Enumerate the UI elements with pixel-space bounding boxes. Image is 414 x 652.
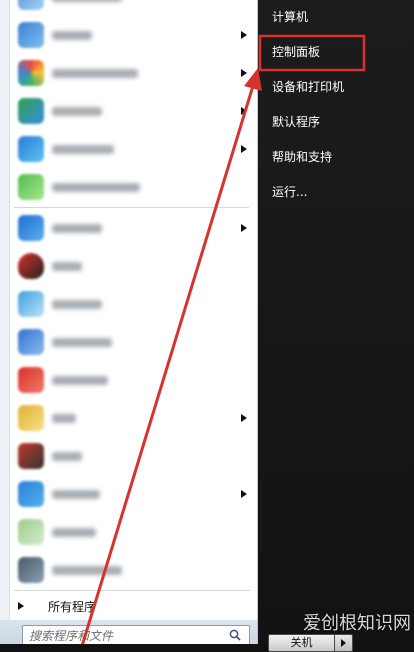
program-icon bbox=[18, 291, 44, 317]
program-name-blurred bbox=[52, 375, 108, 385]
program-icon bbox=[18, 215, 44, 241]
program-name-blurred bbox=[52, 489, 100, 499]
all-programs-label: 所有程序 bbox=[48, 600, 97, 614]
system-links-pane: 计算机 控制面板 设备和打印机 默认程序 帮助和支持 运行... bbox=[258, 0, 414, 644]
program-item[interactable] bbox=[0, 323, 257, 361]
program-name-blurred bbox=[52, 223, 102, 233]
program-item[interactable] bbox=[0, 168, 257, 206]
run-link[interactable]: 运行... bbox=[258, 175, 414, 210]
program-icon bbox=[18, 481, 44, 507]
program-name-blurred bbox=[52, 106, 102, 116]
submenu-arrow-icon bbox=[241, 490, 247, 498]
program-icon bbox=[18, 22, 44, 48]
search-box[interactable] bbox=[22, 625, 250, 644]
watermark: 爱创根知识网 bbox=[303, 613, 411, 634]
pinwheel-icon bbox=[18, 60, 44, 86]
devices-printers-link[interactable]: 设备和打印机 bbox=[258, 70, 414, 105]
program-name-blurred bbox=[52, 413, 76, 423]
submenu-arrow-icon bbox=[241, 69, 247, 77]
program-icon bbox=[18, 0, 44, 10]
program-item[interactable] bbox=[0, 475, 257, 513]
program-name-blurred bbox=[52, 0, 122, 2]
program-item[interactable] bbox=[0, 92, 257, 130]
program-icon bbox=[18, 443, 44, 469]
submenu-arrow-icon bbox=[241, 224, 247, 232]
program-item[interactable] bbox=[0, 209, 257, 247]
programs-pane: 所有程序 bbox=[0, 0, 258, 644]
program-item[interactable] bbox=[0, 130, 257, 168]
shutdown-options-button[interactable] bbox=[335, 634, 353, 652]
program-item[interactable] bbox=[0, 0, 257, 16]
program-name-blurred bbox=[52, 144, 114, 154]
qq-penguin-icon bbox=[18, 253, 44, 279]
default-programs-link[interactable]: 默认程序 bbox=[258, 105, 414, 140]
help-support-link[interactable]: 帮助和支持 bbox=[258, 140, 414, 175]
program-icon bbox=[18, 98, 44, 124]
program-item[interactable] bbox=[0, 437, 257, 475]
program-name-blurred bbox=[52, 565, 122, 575]
program-item[interactable] bbox=[0, 285, 257, 323]
program-name-blurred bbox=[52, 527, 96, 537]
control-panel-link[interactable]: 控制面板 bbox=[258, 35, 414, 70]
submenu-arrow-icon bbox=[241, 107, 247, 115]
program-name-blurred bbox=[52, 68, 138, 78]
program-icon bbox=[18, 136, 44, 162]
program-item[interactable] bbox=[0, 54, 257, 92]
program-item[interactable] bbox=[0, 361, 257, 399]
program-item[interactable] bbox=[0, 399, 257, 437]
program-icon bbox=[18, 329, 44, 355]
shutdown-button[interactable]: 关机 bbox=[268, 634, 335, 652]
program-icon bbox=[18, 174, 44, 200]
computer-link[interactable]: 计算机 bbox=[258, 0, 414, 35]
program-item[interactable] bbox=[0, 551, 257, 589]
submenu-arrow-icon bbox=[241, 31, 247, 39]
program-list bbox=[0, 0, 257, 589]
program-name-blurred bbox=[52, 261, 82, 271]
program-name-blurred bbox=[52, 182, 140, 192]
program-icon bbox=[18, 405, 44, 431]
program-item[interactable] bbox=[0, 16, 257, 54]
menu-divider bbox=[14, 590, 250, 591]
program-name-blurred bbox=[52, 30, 92, 40]
search-icon[interactable] bbox=[229, 629, 241, 641]
program-name-blurred bbox=[52, 299, 102, 309]
search-input[interactable] bbox=[29, 629, 219, 643]
program-item[interactable] bbox=[0, 247, 257, 285]
program-icon bbox=[18, 557, 44, 583]
all-programs-button[interactable]: 所有程序 bbox=[0, 592, 257, 620]
submenu-arrow-icon bbox=[241, 145, 247, 153]
search-bar bbox=[0, 620, 257, 644]
program-name-blurred bbox=[52, 451, 82, 461]
program-item[interactable] bbox=[0, 513, 257, 551]
program-icon bbox=[18, 519, 44, 545]
chevron-right-icon bbox=[18, 602, 24, 610]
submenu-arrow-icon bbox=[241, 414, 247, 422]
program-name-blurred bbox=[52, 337, 112, 347]
program-icon bbox=[18, 367, 44, 393]
